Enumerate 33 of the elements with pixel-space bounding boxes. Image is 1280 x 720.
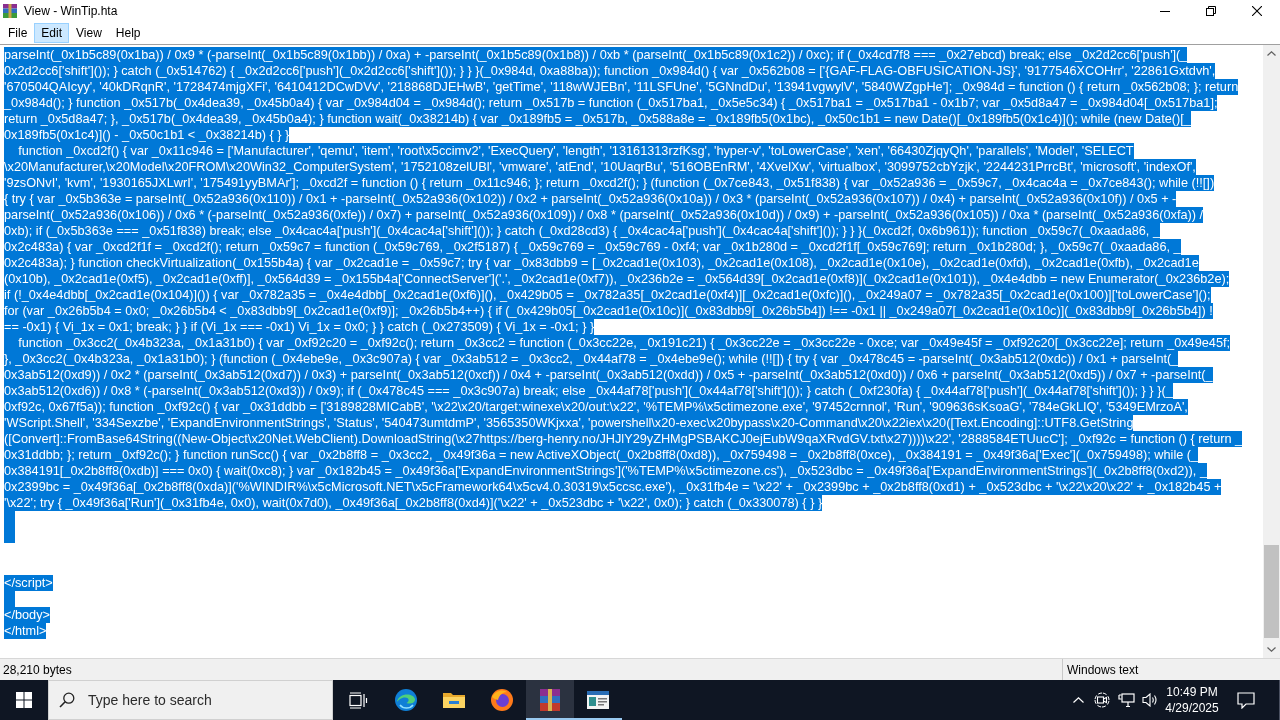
chevron-down-icon xyxy=(1267,647,1276,652)
chevron-up-icon xyxy=(1267,51,1276,56)
clock-time: 10:49 PM xyxy=(1166,684,1218,700)
task-view-icon xyxy=(347,691,368,709)
menu-item[interactable]: Help xyxy=(108,23,148,43)
books-icon xyxy=(539,688,561,712)
speaker-icon xyxy=(1142,693,1158,707)
window-icon xyxy=(586,690,610,710)
chevron-up-icon xyxy=(1072,697,1084,703)
scrollbar-thumb[interactable] xyxy=(1264,545,1279,638)
taskbar-app-button[interactable] xyxy=(526,680,574,720)
restore-icon xyxy=(1206,6,1216,16)
fox-icon xyxy=(490,688,514,712)
window-title: View - WinTip.hta xyxy=(24,3,118,20)
clock-date: 4/29/2025 xyxy=(1165,700,1219,716)
books-icon xyxy=(2,3,18,19)
search-icon xyxy=(59,692,75,708)
encoding-text: Windows text xyxy=(1067,661,1139,679)
menu-item[interactable]: File xyxy=(1,23,35,43)
notification-icon xyxy=(1237,691,1255,709)
menu-item[interactable]: View xyxy=(69,23,109,43)
folder-icon xyxy=(442,690,466,710)
video-camera-icon xyxy=(1094,692,1110,708)
vertical-scrollbar[interactable] xyxy=(1263,45,1280,658)
file-size-text: 28,210 bytes xyxy=(3,661,72,679)
clock-button[interactable]: 10:49 PM 4/29/2025 xyxy=(1162,680,1222,720)
network-icon xyxy=(1117,692,1135,708)
minimize-icon xyxy=(1160,10,1170,12)
close-icon xyxy=(1252,6,1262,16)
search-field[interactable]: Type here to search xyxy=(48,680,333,720)
swirl-icon xyxy=(394,688,418,712)
windows-logo-icon xyxy=(16,692,32,708)
menu-item[interactable]: Edit xyxy=(34,23,70,43)
